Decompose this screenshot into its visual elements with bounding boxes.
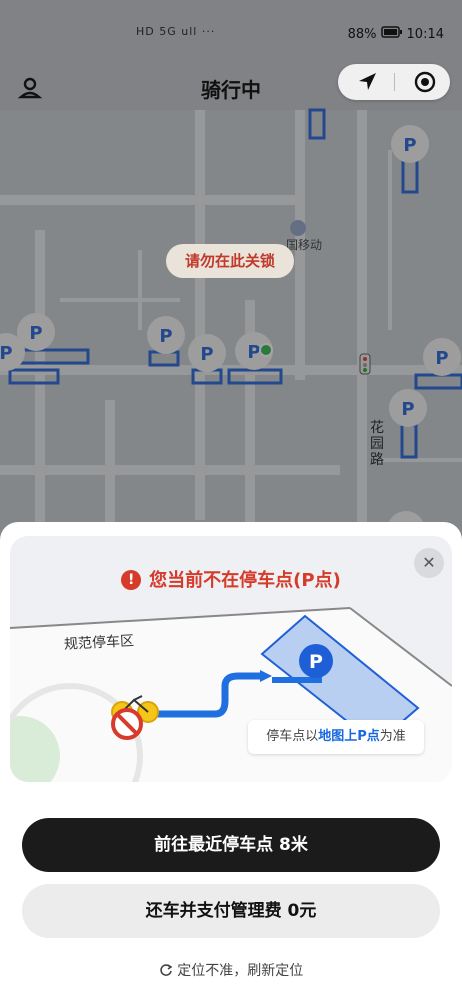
alert-icon: !	[121, 570, 142, 590]
no-parking-icon	[111, 708, 143, 740]
header-bar: 骑行中	[0, 64, 462, 112]
parking-callout: 停车点以地图上P点为准	[248, 720, 424, 754]
no-lock-tip: 请勿在此关锁	[166, 244, 294, 278]
poi-label: 国移动	[286, 238, 323, 252]
divider	[394, 73, 395, 91]
status-bar: HD 5G ull ··· 88% 10:14	[0, 0, 462, 64]
parking-guide-card: P ! 您当前不在停车点(P点) ✕ 规范停车区 停车点以地图上P点为准	[10, 536, 452, 782]
locate-icon[interactable]	[414, 71, 436, 97]
battery-icon	[380, 26, 403, 42]
area-label: 规范停车区	[63, 633, 135, 653]
warning-title: ! 您当前不在停车点(P点)	[10, 566, 452, 592]
map-controls	[338, 64, 450, 100]
refresh-icon	[159, 963, 177, 979]
warning-text: 您当前不在停车点(P点)	[149, 570, 341, 591]
status-icons: HD 5G ull ···	[136, 25, 216, 38]
go-nearest-parking-button[interactable]: 前往最近停车点 8米	[22, 818, 440, 872]
return-and-pay-button[interactable]: 还车并支付管理费 0元	[22, 884, 440, 938]
callout-highlight: 地图上P点	[318, 729, 380, 744]
navigation-icon[interactable]	[356, 71, 378, 97]
refresh-text: 定位不准，刷新定位	[177, 963, 304, 979]
battery-text: 88%	[347, 26, 377, 42]
return-sheet: P ! 您当前不在停车点(P点) ✕ 规范停车区 停车点以地图上P点为准 前往最近…	[0, 522, 462, 1000]
callout-prefix: 停车点以	[266, 729, 319, 744]
callout-suffix: 为准	[379, 729, 406, 744]
clock: 10:14	[406, 26, 444, 42]
svg-text:P: P	[309, 651, 323, 673]
road-label: 花园路	[370, 420, 384, 468]
close-button[interactable]: ✕	[414, 548, 444, 578]
refresh-location-link[interactable]: 定位不准，刷新定位	[0, 960, 462, 980]
